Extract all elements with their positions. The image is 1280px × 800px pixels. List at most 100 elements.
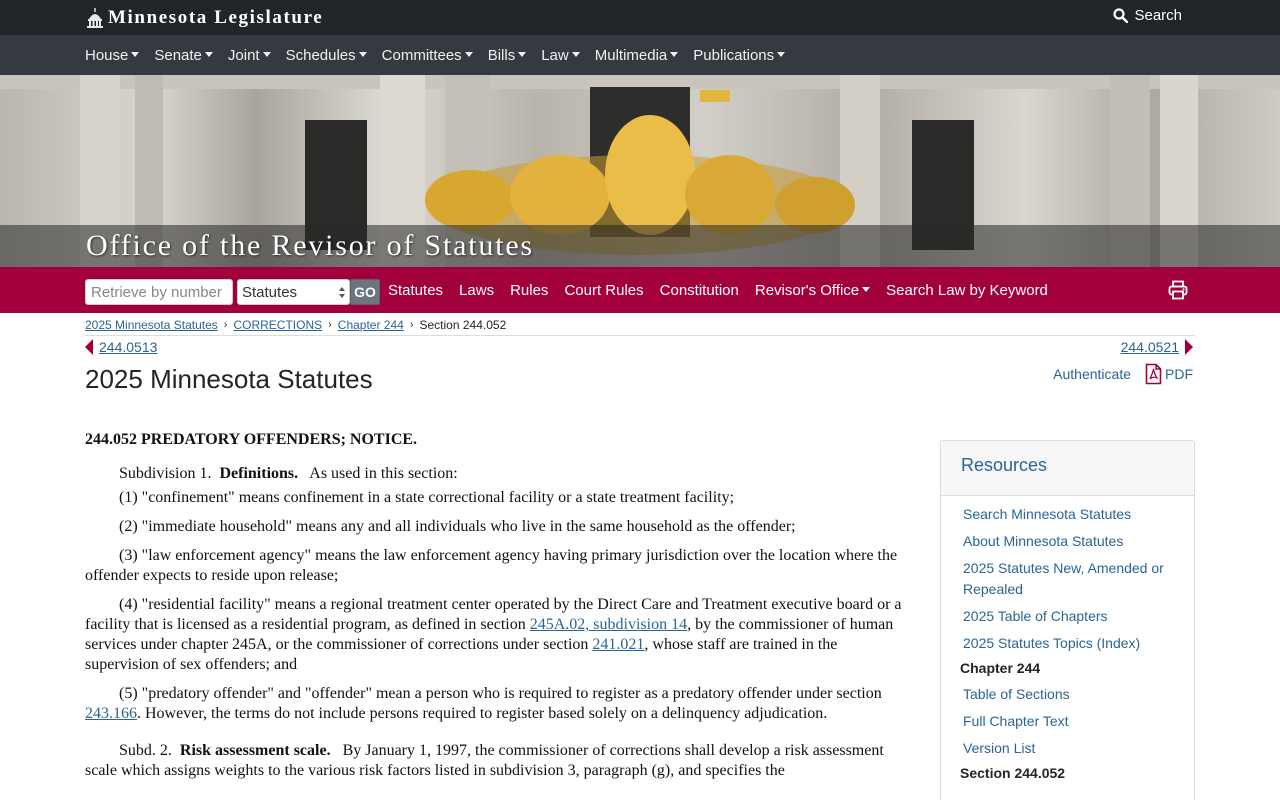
search-label: Search: [1134, 7, 1182, 24]
nav-label: Senate: [154, 46, 202, 64]
definition-3: (3) "law enforcement agency" means the l…: [85, 547, 898, 584]
breadcrumb-divider: [85, 335, 1195, 336]
definition-5: (5) "predatory offender" and "offender" …: [85, 684, 915, 724]
chapter-link-table-of-sections[interactable]: Table of Sections: [963, 684, 1194, 705]
document-actions: Authenticate PDF: [1053, 363, 1193, 385]
chapter-links: Table of Sections Full Chapter Text Vers…: [941, 684, 1194, 759]
chapter-heading: Chapter 244: [960, 660, 1041, 676]
document-type-value: Statutes: [242, 283, 298, 301]
go-button[interactable]: GO: [350, 279, 380, 305]
resource-link-new-amended-repealed[interactable]: 2025 Statutes New, Amended or Repealed: [963, 558, 1178, 600]
updown-arrow-icon: [339, 287, 345, 298]
chevron-down-icon: [518, 51, 527, 57]
nav-label: Schedules: [285, 46, 356, 64]
breadcrumb-corrections[interactable]: CORRECTIONS: [233, 318, 322, 332]
resource-link-table-of-chapters[interactable]: 2025 Table of Chapters: [963, 606, 1178, 627]
nav-multimedia[interactable]: Multimedia: [595, 47, 679, 64]
resources-title: Resources: [941, 441, 1194, 496]
previous-section-link[interactable]: 244.0513: [85, 339, 157, 355]
breadcrumb-current: Section 244.052: [419, 318, 507, 332]
main-nav: House Senate Joint Schedules Committees …: [0, 35, 1280, 75]
nav-law[interactable]: Law: [541, 47, 580, 64]
chapter-link-version-list[interactable]: Version List: [963, 738, 1194, 759]
section-link-241021[interactable]: 241.021: [592, 636, 644, 653]
chevron-down-icon: [262, 51, 271, 57]
authenticate-link[interactable]: Authenticate: [1053, 366, 1131, 382]
subdivision-title: Definitions.: [219, 465, 299, 482]
revisor-bar: Statutes GO Statutes Laws Rules Court Ru…: [0, 267, 1280, 313]
search-icon: [1113, 8, 1129, 23]
nav-label: Bills: [487, 46, 516, 64]
revisor-link-statutes[interactable]: Statutes: [388, 282, 443, 299]
resource-link-about-statutes[interactable]: About Minnesota Statutes: [963, 531, 1178, 552]
revisor-nav: Statutes Laws Rules Court Rules Constitu…: [388, 267, 1064, 313]
revisor-link-constitution[interactable]: Constitution: [660, 282, 739, 299]
chevron-down-icon: [571, 51, 580, 57]
breadcrumb-statutes[interactable]: 2025 Minnesota Statutes: [85, 318, 218, 332]
nav-bills[interactable]: Bills: [488, 47, 527, 64]
prev-arrow-icon: [85, 339, 93, 355]
chevron-down-icon: [464, 51, 473, 57]
chevron-down-icon: [131, 51, 140, 57]
top-search-button[interactable]: Search: [1113, 7, 1182, 24]
nav-senate[interactable]: Senate: [154, 47, 213, 64]
chevron-down-icon: [204, 51, 213, 57]
section-link-243166[interactable]: 243.166: [85, 705, 137, 722]
nav-label: Committees: [381, 46, 462, 64]
resources-panel: Resources Search Minnesota Statutes Abou…: [940, 440, 1195, 800]
chevron-right-icon: ›: [328, 319, 332, 331]
subdivision-label: Subdivision 1.: [119, 465, 212, 482]
print-icon[interactable]: [1168, 280, 1188, 300]
nav-joint[interactable]: Joint: [228, 47, 271, 64]
chapter-link-full-text[interactable]: Full Chapter Text: [963, 711, 1194, 732]
revisor-link-revisors-office[interactable]: Revisor's Office: [754, 281, 871, 299]
chevron-right-icon: ›: [409, 319, 414, 331]
capitol-icon: [87, 8, 103, 28]
breadcrumb: 2025 Minnesota Statutes › CORRECTIONS › …: [85, 316, 506, 334]
nav-label: Joint: [227, 46, 260, 64]
revisor-link-court-rules[interactable]: Court Rules: [564, 282, 643, 299]
subdivision-2: Subd. 2. Risk assessment scale. By Janua…: [85, 741, 915, 781]
subdivision-intro: As used in this section:: [309, 465, 458, 482]
next-section-label: 244.0521: [1120, 339, 1179, 355]
chevron-down-icon: [670, 51, 679, 57]
chevron-down-icon: [777, 51, 786, 57]
pdf-label: PDF: [1165, 366, 1193, 382]
nav-schedules[interactable]: Schedules: [286, 47, 367, 64]
top-bar: Minnesota Legislature Search: [0, 0, 1280, 35]
subdivision-label: Subd. 2.: [119, 742, 172, 759]
nav-house[interactable]: House: [85, 46, 140, 64]
brand-name: Minnesota Legislature: [108, 7, 324, 28]
chevron-down-icon: [358, 51, 367, 57]
section-link-245a02[interactable]: 245A.02, subdivision 14: [530, 616, 687, 633]
revisor-link-laws[interactable]: Laws: [459, 282, 494, 299]
site-logo[interactable]: Minnesota Legislature: [86, 5, 323, 31]
previous-section-label: 244.0513: [99, 339, 158, 355]
hero-title: Office of the Revisor of Statutes: [86, 229, 534, 262]
revisor-link-rules[interactable]: Rules: [510, 282, 548, 299]
retrieve-by-number-input[interactable]: [85, 279, 233, 305]
resource-link-search-statutes[interactable]: Search Minnesota Statutes: [963, 504, 1178, 525]
resource-link-topics-index[interactable]: 2025 Statutes Topics (Index): [963, 633, 1178, 654]
nav-label: Multimedia: [594, 46, 668, 64]
section-heading-sidebar: Section 244.052: [960, 765, 1066, 781]
pdf-link[interactable]: PDF: [1145, 363, 1193, 385]
definition-4: (4) "residential facility" means a regio…: [85, 595, 915, 675]
nav-committees[interactable]: Committees: [382, 47, 473, 64]
section-heading: 244.052 PREDATORY OFFENDERS; NOTICE.: [85, 431, 418, 448]
chevron-down-icon: [862, 286, 871, 292]
next-section-link[interactable]: 244.0521: [1121, 339, 1193, 355]
resources-links: Search Minnesota Statutes About Minnesot…: [941, 496, 1194, 654]
nav-label: Law: [541, 46, 569, 64]
nav-label: House: [85, 46, 129, 64]
definition-1: (1) "confinement" means confinement in a…: [119, 489, 735, 506]
statute-text: 244.052 PREDATORY OFFENDERS; NOTICE. Sub…: [85, 430, 915, 790]
definition-5-text: (5) "predatory offender" and "offender" …: [119, 685, 882, 702]
revisor-link-search-keyword[interactable]: Search Law by Keyword: [886, 282, 1048, 299]
nav-publications[interactable]: Publications: [693, 47, 786, 64]
breadcrumb-chapter[interactable]: Chapter 244: [338, 318, 404, 332]
revisor-office-label: Revisor's Office: [754, 281, 860, 299]
page-title: 2025 Minnesota Statutes: [85, 364, 373, 394]
document-type-select[interactable]: Statutes: [237, 279, 350, 305]
subdivision-title: Risk assessment scale.: [179, 742, 331, 759]
